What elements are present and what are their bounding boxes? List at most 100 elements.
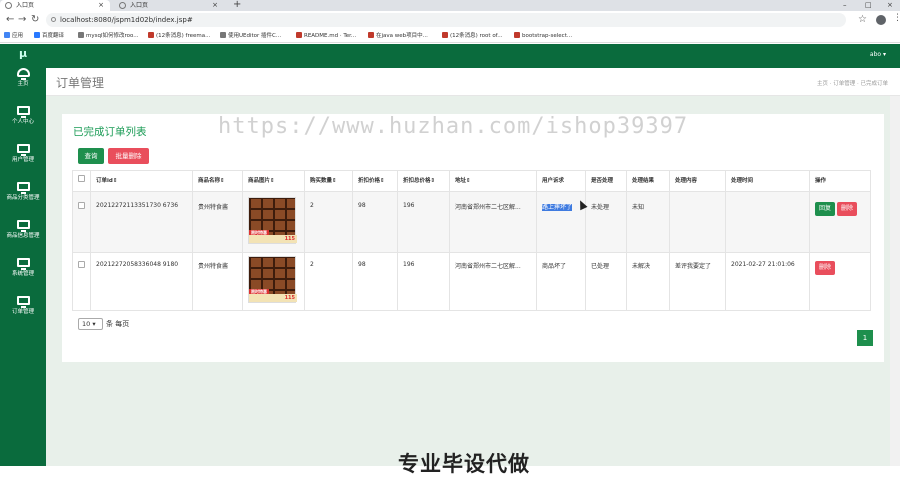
monitor-icon xyxy=(16,220,30,232)
sidebar-item-orders[interactable]: 订单管理 xyxy=(0,296,46,330)
globe-icon xyxy=(5,2,12,9)
delete-button[interactable]: 删除 xyxy=(836,202,857,216)
account-icon[interactable] xyxy=(876,15,886,25)
csdn-icon xyxy=(514,32,520,38)
sidebar-item-users[interactable]: 用户管理 xyxy=(0,144,46,178)
product-image: 限时特惠 115 xyxy=(248,197,297,244)
main-content: 已完成订单列表 查询 批量删除 订单id⇕ 商品名称⇕ 商品图片⇕ 购买数量⇕ … xyxy=(46,96,890,466)
scrollbar[interactable] xyxy=(890,96,900,466)
handle-time: 2021-02-27 21:01:06 xyxy=(725,252,810,311)
csdn-icon xyxy=(368,32,374,38)
bookmark-star-icon[interactable]: ☆ xyxy=(858,14,867,25)
window-close-button[interactable]: × xyxy=(887,0,893,11)
minimize-button[interactable]: – xyxy=(843,0,847,11)
sidebar: μ 主页 个人中心 用户管理 商品分类管理 商品信息管理 系统管理 订单管理 xyxy=(0,44,46,484)
maximize-button[interactable]: □ xyxy=(865,0,872,11)
price-tag: 限时特惠 115 xyxy=(249,289,297,302)
column-header[interactable]: 折扣价格⇕ xyxy=(352,170,398,192)
batch-delete-button[interactable]: 批量删除 xyxy=(108,148,149,164)
delete-button[interactable]: 删除 xyxy=(815,261,836,275)
address-bar: ← → ↻ localhost:8080/jspm1d02b/index.jsp… xyxy=(0,11,900,29)
browser-tab[interactable]: 入口页 × xyxy=(0,0,110,11)
sidebar-item-system[interactable]: 系统管理 xyxy=(0,258,46,292)
bookmark-item[interactable]: 使用UEditor 插件C... xyxy=(220,29,281,43)
sidebar-item-label: 商品信息管理 xyxy=(6,233,40,239)
address: 河南省郑州市二七区解... xyxy=(449,252,537,311)
pagination-page-1[interactable]: 1 xyxy=(857,330,873,346)
url-field[interactable]: localhost:8080/jspm1d02b/index.jsp# xyxy=(46,13,846,27)
table-row: 20212272058336048 9180 贵州特食酱 限时特惠 115 2 9… xyxy=(72,252,871,311)
table-header-row: 订单id⇕ 商品名称⇕ 商品图片⇕ 购买数量⇕ 折扣价格⇕ 折扣总价格⇕ 地址⇕… xyxy=(72,170,871,192)
sidebar-item-label: 用户管理 xyxy=(11,157,34,163)
product-name: 贵州特食酱 xyxy=(192,191,243,253)
sidebar-item-products[interactable]: 商品信息管理 xyxy=(0,220,46,254)
bookmark-item[interactable]: 应用 xyxy=(4,29,23,43)
column-header: 处理结果 xyxy=(626,170,670,192)
reply-button[interactable]: 回复 xyxy=(815,202,836,216)
forward-arrow-icon[interactable]: → xyxy=(18,14,26,25)
quantity: 2 xyxy=(304,252,353,311)
select-all-header xyxy=(72,170,91,192)
close-icon[interactable]: × xyxy=(98,0,104,11)
price-tag: 限时特惠 115 xyxy=(249,230,297,243)
sidebar-item-profile[interactable]: 个人中心 xyxy=(0,106,46,140)
sidebar-item-categories[interactable]: 商品分类管理 xyxy=(0,182,46,216)
info-icon[interactable] xyxy=(51,17,56,22)
product-image-cell: 限时特惠 115 xyxy=(242,252,305,311)
bookmark-item[interactable]: mysql如何修改roo... xyxy=(78,29,139,43)
actions-cell: 回复 删除 xyxy=(809,191,871,253)
user-appeal: 商品坏了 xyxy=(536,252,586,311)
page-header: 订单管理 主页 · 订单管理 · 已完成订单 xyxy=(46,68,900,96)
page-icon xyxy=(78,32,84,38)
menu-dots-icon[interactable]: ⋮ xyxy=(893,13,900,23)
discount-total: 196 xyxy=(397,191,450,253)
column-header[interactable]: 地址⇕ xyxy=(449,170,537,192)
order-id: 20212272113351730 6736 xyxy=(90,191,193,253)
product-image-cell: 限时特惠 115 xyxy=(242,191,305,253)
globe-icon xyxy=(119,2,126,9)
bookmark-item[interactable]: (12条消息) freema... xyxy=(148,29,210,43)
select-all-checkbox[interactable] xyxy=(78,175,85,182)
bookmark-item[interactable]: README.md · Ter... xyxy=(296,29,356,43)
column-header[interactable]: 商品图片⇕ xyxy=(242,170,305,192)
monitor-icon xyxy=(16,296,30,308)
list-title: 已完成订单列表 xyxy=(73,126,147,138)
page-title: 订单管理 xyxy=(56,76,105,90)
column-header[interactable]: 购买数量⇕ xyxy=(304,170,353,192)
bookmarks-bar: 应用 百度翻译 mysql如何修改roo... (12条消息) freema..… xyxy=(0,29,900,43)
close-icon[interactable]: × xyxy=(212,0,218,11)
column-header: 是否处理 xyxy=(585,170,627,192)
handle-content: 差评我要定了 xyxy=(669,252,726,311)
apps-icon xyxy=(4,32,10,38)
row-checkbox[interactable] xyxy=(78,261,85,268)
handled-status: 已处理 xyxy=(585,252,627,311)
sidebar-item-label: 个人中心 xyxy=(11,119,34,125)
browser-tab[interactable]: 入口页 × xyxy=(114,0,224,11)
actions-cell: 删除 xyxy=(809,252,871,311)
bookmark-item[interactable]: (12条消息) root of... xyxy=(442,29,502,43)
discount-price: 98 xyxy=(352,191,398,253)
column-header[interactable]: 订单id⇕ xyxy=(90,170,193,192)
bookmark-item[interactable]: bootstrap-select... xyxy=(514,29,572,43)
product-image: 限时特惠 115 xyxy=(248,256,297,303)
row-select-cell xyxy=(72,252,91,311)
sidebar-item-home[interactable]: 主页 xyxy=(0,68,46,102)
table-row: 20212272113351730 6736 贵州特食酱 限时特惠 115 2 9… xyxy=(72,191,871,253)
orders-table: 订单id⇕ 商品名称⇕ 商品图片⇕ 购买数量⇕ 折扣价格⇕ 折扣总价格⇕ 地址⇕… xyxy=(72,170,871,311)
monitor-icon xyxy=(16,106,30,118)
bookmark-item[interactable]: 在java web项目中... xyxy=(368,29,428,43)
user-menu[interactable]: abo ▾ xyxy=(870,51,886,58)
row-checkbox[interactable] xyxy=(78,202,85,209)
column-header: 操作 xyxy=(809,170,871,192)
back-arrow-icon[interactable]: ← xyxy=(6,14,14,25)
column-header[interactable]: 折扣总价格⇕ xyxy=(397,170,450,192)
order-list-panel: 已完成订单列表 查询 批量删除 订单id⇕ 商品名称⇕ 商品图片⇕ 购买数量⇕ … xyxy=(62,114,884,362)
handle-result: 未知 xyxy=(626,191,670,253)
reload-icon[interactable]: ↻ xyxy=(31,14,39,25)
column-header[interactable]: 商品名称⇕ xyxy=(192,170,243,192)
page-size-select[interactable]: 10 ▾ xyxy=(78,318,103,330)
new-tab-button[interactable]: + xyxy=(233,0,241,10)
csdn-icon xyxy=(148,32,154,38)
search-button[interactable]: 查询 xyxy=(78,148,104,164)
bookmark-item[interactable]: 百度翻译 xyxy=(34,29,64,43)
